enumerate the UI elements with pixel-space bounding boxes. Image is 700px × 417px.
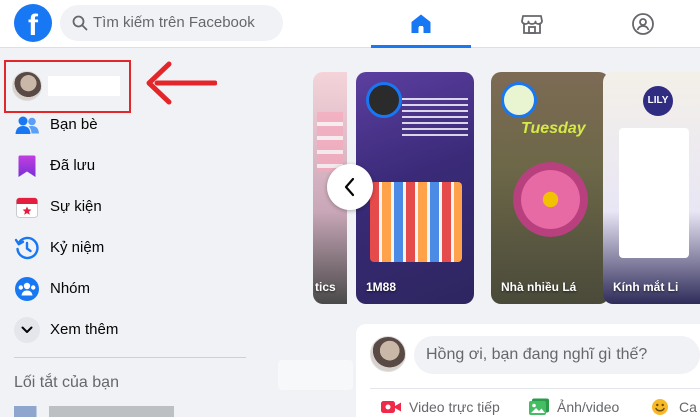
composer-divider [370, 388, 700, 389]
top-bar: f Tìm kiếm trên Facebook [0, 0, 700, 48]
saved-icon [18, 155, 36, 177]
sidebar-item-see-more[interactable]: Xem thêm [0, 310, 260, 350]
action-label: Video trực tiếp [409, 399, 500, 415]
memories-icon [14, 236, 39, 260]
stories-prev-button[interactable] [327, 164, 373, 210]
photo-video-button[interactable]: Ảnh/video [528, 396, 638, 417]
story-name: 1M88 [366, 280, 397, 294]
story-text-lines [402, 98, 468, 138]
photo-icon [529, 398, 549, 415]
chevron-left-icon [344, 177, 355, 197]
story-name: tics [315, 280, 336, 294]
sidebar-item-label: Bạn bè [50, 116, 98, 133]
sidebar-item-saved[interactable]: Đã lưu [0, 146, 260, 186]
see-more-circle [14, 317, 40, 343]
story-caption: Tuesday [521, 120, 586, 137]
feeling-icon [652, 399, 668, 415]
action-label: Ảnh/video [557, 399, 620, 415]
story-name: Nhà nhiều Lá [501, 280, 577, 294]
search-box[interactable]: Tìm kiếm trên Facebook [60, 5, 283, 41]
sidebar-item-groups[interactable]: Nhóm [0, 269, 260, 309]
feeling-button[interactable]: Ca [650, 396, 700, 417]
story-name: Kính mắt Li [613, 280, 679, 294]
post-composer: Hồng ơi, bạn đang nghĩ gì thế? Video trự… [356, 324, 700, 417]
search-placeholder: Tìm kiếm trên Facebook [93, 14, 255, 31]
live-video-button[interactable]: Video trực tiếp [380, 396, 510, 417]
home-icon [411, 14, 431, 33]
red-arrow-icon [146, 61, 217, 105]
story-thumb [317, 112, 343, 172]
sidebar-divider [14, 357, 246, 358]
tab-home[interactable] [371, 0, 471, 48]
story-card[interactable]: 1M88 [356, 72, 474, 304]
avatar [370, 336, 406, 372]
sidebar-item-label: Đã lưu [50, 157, 96, 174]
story-avatar [501, 82, 537, 118]
story-card[interactable]: Tuesday Nhà nhiều Lá [491, 72, 609, 304]
story-logo: LILY [643, 86, 673, 116]
composer-input[interactable]: Hồng ơi, bạn đang nghĩ gì thế? [414, 336, 700, 374]
sidebar-item-label: Xem thêm [50, 321, 119, 338]
tab-groups[interactable] [593, 0, 693, 48]
chevron-down-icon [21, 326, 33, 333]
tab-marketplace[interactable] [482, 0, 582, 48]
marketplace-icon [521, 15, 543, 34]
sidebar-item-label: Sự kiện [50, 198, 102, 215]
story-image [370, 182, 462, 262]
shortcut-row[interactable] [14, 406, 174, 417]
placeholder-block [278, 360, 353, 390]
story-avatar [366, 82, 402, 118]
story-card[interactable]: LILY Kính mắt Li [603, 72, 700, 304]
groups-icon [15, 277, 39, 301]
groups-nav-icon [632, 13, 654, 35]
friends-icon [15, 116, 39, 134]
story-image [619, 128, 689, 258]
search-icon [72, 15, 88, 31]
composer-placeholder: Hồng ơi, bạn đang nghĩ gì thế? [426, 346, 648, 363]
live-video-icon [381, 401, 401, 413]
sidebar-item-label: Nhóm [50, 280, 91, 297]
sidebar-item-label: Kỷ niệm [50, 239, 105, 256]
events-icon [16, 197, 38, 218]
facebook-logo[interactable]: f [14, 4, 52, 42]
action-label: Ca [679, 399, 697, 415]
shortcuts-title: Lối tắt của bạn [14, 374, 119, 391]
highlight-box [4, 60, 131, 113]
story-image [513, 162, 588, 237]
sidebar-item-events[interactable]: Sự kiện [0, 187, 260, 227]
sidebar-item-memories[interactable]: Kỷ niệm [0, 228, 260, 268]
